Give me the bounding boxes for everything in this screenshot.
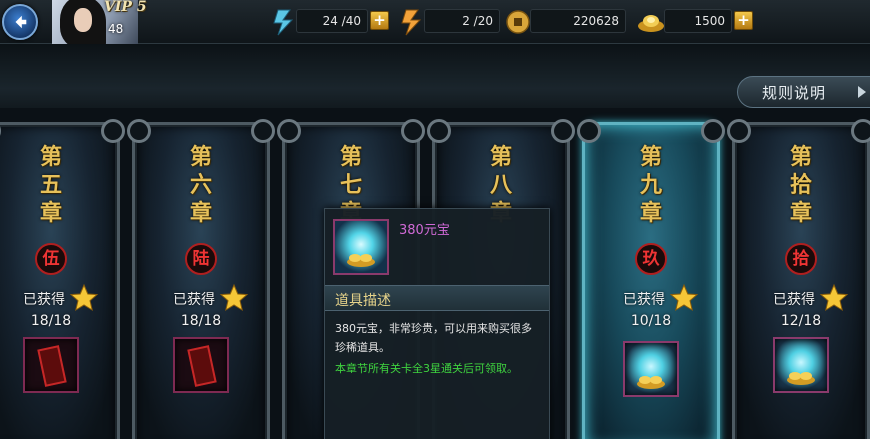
star-icon — [819, 283, 849, 312]
player-level: 48 — [108, 22, 124, 36]
tooltip-condition: 本章节所有关卡全3星通关后可领取。 — [335, 362, 518, 375]
vip-label: VIP 5 — [104, 0, 147, 15]
chapter-title: 第 五 章 — [39, 144, 62, 226]
star-progress: 12/18 — [780, 313, 822, 329]
chapter-seal: 拾 — [785, 243, 817, 275]
gold-ingot-icon — [636, 7, 666, 37]
chapter-card[interactable]: 第 拾 章拾已获得 12/18 — [727, 119, 870, 439]
coin-icon — [503, 7, 533, 37]
tooltip-header: 道具描述 — [325, 285, 549, 311]
claimed-stamp-icon — [37, 345, 67, 387]
rules-button[interactable]: 规则说明 — [737, 76, 870, 108]
chapter-card[interactable]: 第 九 章玖已获得 10/18 — [577, 119, 725, 439]
tooltip-item-name: 380元宝 — [399, 223, 450, 238]
chapter-card[interactable]: 第 五 章伍已获得 18/18 — [0, 119, 125, 439]
star-progress: 18/18 — [30, 313, 72, 329]
coin-value: 220628 — [530, 9, 626, 33]
ingot-reward-icon[interactable] — [623, 341, 679, 397]
top-bar: VIP 5 48 24 /40 + 2 /20 220628 1500 + — [0, 0, 870, 44]
earned-label: 已获得 — [23, 292, 65, 308]
chapter-seal: 陆 — [185, 243, 217, 275]
star-icon — [219, 283, 249, 312]
star-progress: 18/18 — [180, 313, 222, 329]
rules-button-label: 规则说明 — [762, 84, 827, 102]
claimed-reward-icon[interactable] — [23, 337, 79, 393]
claimed-stamp-icon — [187, 345, 217, 387]
stamina-value: 24 /40 — [296, 9, 368, 33]
chapter-card[interactable]: 第 六 章陆已获得 18/18 — [127, 119, 275, 439]
ingot-value: 1500 — [664, 9, 732, 33]
chapter-title: 第 九 章 — [639, 144, 662, 226]
chapter-title: 第 六 章 — [189, 144, 212, 226]
add-stamina-button[interactable]: + — [370, 11, 389, 30]
chapter-seal: 伍 — [35, 243, 67, 275]
chapter-title: 第 拾 章 — [789, 144, 812, 226]
ingot-reward-icon[interactable] — [773, 337, 829, 393]
back-arrow-icon — [15, 15, 27, 29]
tooltip-description: 380元宝，非常珍贵，可以用来购买很多珍稀道具。 — [335, 322, 532, 354]
star-icon — [69, 283, 99, 312]
chapter-seal: 玖 — [635, 243, 667, 275]
back-button[interactable] — [2, 4, 38, 40]
claimed-reward-icon[interactable] — [173, 337, 229, 393]
item-tooltip: 380元宝 道具描述 380元宝，非常珍贵，可以用来购买很多珍稀道具。 本章节所… — [324, 208, 550, 439]
star-progress: 10/18 — [630, 313, 672, 329]
ingot-reward-icon — [333, 219, 389, 275]
energy-value: 2 /20 — [424, 9, 500, 33]
star-icon — [669, 283, 699, 312]
play-arrow-icon — [858, 86, 866, 98]
add-ingot-button[interactable]: + — [734, 11, 753, 30]
